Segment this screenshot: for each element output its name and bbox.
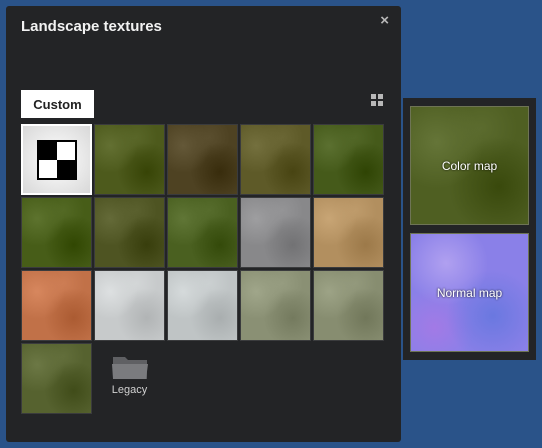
close-icon[interactable]: × (380, 12, 389, 29)
texture-tile-gravel[interactable] (240, 197, 311, 268)
texture-tile-checker[interactable] (21, 124, 92, 195)
texture-tile-snow-1[interactable] (94, 270, 165, 341)
folder-icon (112, 357, 148, 379)
material-maps-panel: Color map Normal map (403, 98, 536, 360)
texture-tile-grass-dirt[interactable] (167, 124, 238, 195)
texture-tile-clay[interactable] (21, 270, 92, 341)
texture-tile-grass-2[interactable] (313, 124, 384, 195)
texture-grid: Legacy (21, 124, 385, 416)
texture-tile-snow-grass-2[interactable] (313, 270, 384, 341)
checker-pattern-icon (36, 139, 77, 180)
normal-map-label: Normal map (436, 285, 503, 300)
texture-tile-grass-1[interactable] (94, 124, 165, 195)
legacy-label: Legacy (111, 384, 148, 396)
tab-custom[interactable]: Custom (21, 90, 94, 118)
color-map-label: Color map (441, 158, 498, 173)
panel-title: Landscape textures (21, 18, 162, 35)
texture-tile-grass-5[interactable] (167, 197, 238, 268)
texture-tile-snow-2[interactable] (167, 270, 238, 341)
landscape-textures-panel: Landscape textures × Custom Legacy (6, 6, 401, 442)
texture-tile-grass-3[interactable] (21, 197, 92, 268)
texture-tile-snow-grass-1[interactable] (240, 270, 311, 341)
legacy-folder[interactable]: Legacy (94, 343, 165, 414)
texture-tile-snow-grass-3[interactable] (21, 343, 92, 414)
texture-tile-grass-dry[interactable] (240, 124, 311, 195)
normal-map-slot[interactable]: Normal map (410, 233, 529, 352)
grid-view-icon[interactable] (371, 94, 383, 106)
texture-tile-sand[interactable] (313, 197, 384, 268)
color-map-slot[interactable]: Color map (410, 106, 529, 225)
texture-tile-grass-4[interactable] (94, 197, 165, 268)
